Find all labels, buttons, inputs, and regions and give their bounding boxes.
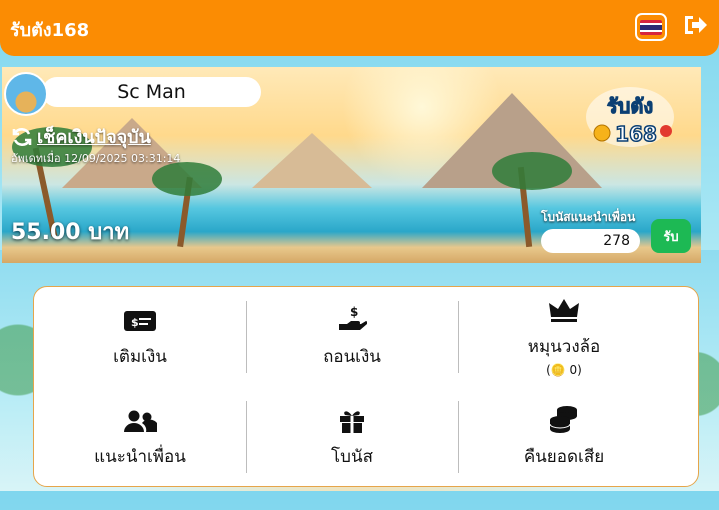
- palm-leaves: [152, 162, 222, 196]
- menu-item-label: โบนัส: [331, 447, 373, 467]
- menu-item-label: แนะนำเพื่อน: [94, 447, 186, 467]
- coins-icon: [549, 406, 579, 433]
- thai-flag-icon: [640, 19, 662, 35]
- updated-timestamp: อัพเดทเมื่อ 12/09/2025 03:31:14: [11, 152, 181, 165]
- menu-item-label: เติมเงิน: [113, 347, 167, 367]
- username-pill: Sc Man: [42, 77, 261, 107]
- svg-text:$: $: [131, 316, 139, 329]
- avatar[interactable]: [4, 72, 48, 116]
- menu-item-cashback[interactable]: คืนยอดเสีย: [458, 406, 670, 470]
- username: Sc Man: [117, 81, 186, 103]
- claim-bonus-button[interactable]: รับ: [651, 219, 691, 253]
- gift-icon: [338, 407, 366, 433]
- spin-count: (🪙 0): [546, 363, 582, 377]
- banner-mountain: [252, 133, 372, 188]
- brand-logo: รับตัง 168: [586, 87, 674, 147]
- menu-item-label: ถอนเงิน: [323, 347, 381, 367]
- menu-item-withdraw[interactable]: $ ถอนเงิน: [246, 305, 458, 370]
- referral-bonus-value: 278: [541, 229, 640, 253]
- menu-item-label: หมุนวงล้อ: [527, 337, 601, 357]
- brand-title: รับตัง168: [10, 20, 90, 41]
- svg-text:รับตัง: รับตัง: [607, 94, 653, 118]
- referral-bonus-label: โบนัสแนะนำเพื่อน: [541, 210, 636, 224]
- menu-card: $ เติมเงิน $ ถอนเงิน หมุนวงล้อ (🪙 0) แนะ…: [33, 286, 699, 487]
- refresh-icon: [12, 127, 32, 146]
- refresh-balance-button[interactable]: เช็คเงินปัจจุบัน: [11, 122, 151, 151]
- menu-item-refer-friend[interactable]: แนะนำเพื่อน: [34, 407, 246, 470]
- top-header: รับตัง168: [0, 0, 719, 56]
- menu-item-label: คืนยอดเสีย: [523, 447, 605, 467]
- language-button[interactable]: [635, 13, 667, 41]
- menu-item-deposit[interactable]: $ เติมเงิน: [34, 307, 246, 370]
- logout-icon[interactable]: [682, 12, 708, 38]
- hand-dollar-icon: $: [337, 305, 367, 333]
- svg-text:$: $: [350, 305, 358, 319]
- menu-item-spin-wheel[interactable]: หมุนวงล้อ (🪙 0): [458, 297, 670, 377]
- palm-leaves: [492, 152, 572, 190]
- crown-icon: [548, 297, 580, 323]
- refresh-balance-label: เช็คเงินปัจจุบัน: [37, 127, 151, 148]
- money-bill-icon: $: [123, 307, 157, 333]
- users-icon: [123, 407, 157, 433]
- balance-amount: 55.00 บาท: [11, 220, 130, 245]
- svg-text:168: 168: [615, 122, 657, 146]
- menu-item-bonus[interactable]: โบนัส: [246, 407, 458, 470]
